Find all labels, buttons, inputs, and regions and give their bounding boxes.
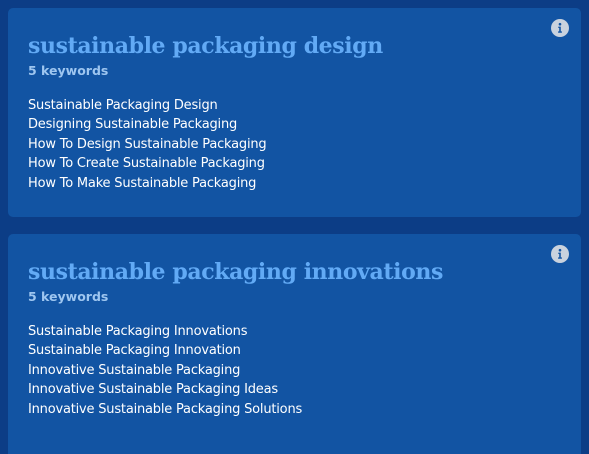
keyword-count: 5 keywords [28, 63, 109, 78]
info-icon[interactable] [551, 19, 569, 37]
keyword-item: How To Create Sustainable Packaging [28, 156, 265, 172]
keyword-group-card: sustainable packaging innovations 5 keyw… [8, 234, 581, 454]
keyword-count: 5 keywords [28, 289, 109, 304]
keyword-item: Designing Sustainable Packaging [28, 117, 238, 133]
keyword-list: Sustainable Packaging Innovations Sustai… [28, 322, 302, 419]
card-title: sustainable packaging innovations [28, 259, 443, 285]
card-title: sustainable packaging design [28, 33, 383, 59]
keyword-group-card: sustainable packaging design 5 keywords … [8, 8, 581, 217]
keyword-item: How To Design Sustainable Packaging [28, 136, 267, 152]
keyword-item: How To Make Sustainable Packaging [28, 175, 257, 191]
keyword-item: Innovative Sustainable Packaging [28, 362, 241, 378]
keyword-item: Sustainable Packaging Design [28, 98, 218, 113]
keyword-list: Sustainable Packaging Design Designing S… [28, 96, 267, 193]
keyword-item: Sustainable Packaging Innovations [28, 324, 248, 339]
keyword-item: Innovative Sustainable Packaging Ideas [28, 382, 278, 398]
keyword-item: Innovative Sustainable Packaging Solutio… [28, 401, 303, 417]
info-icon[interactable] [551, 245, 569, 263]
keyword-item: Sustainable Packaging Innovation [28, 343, 241, 359]
